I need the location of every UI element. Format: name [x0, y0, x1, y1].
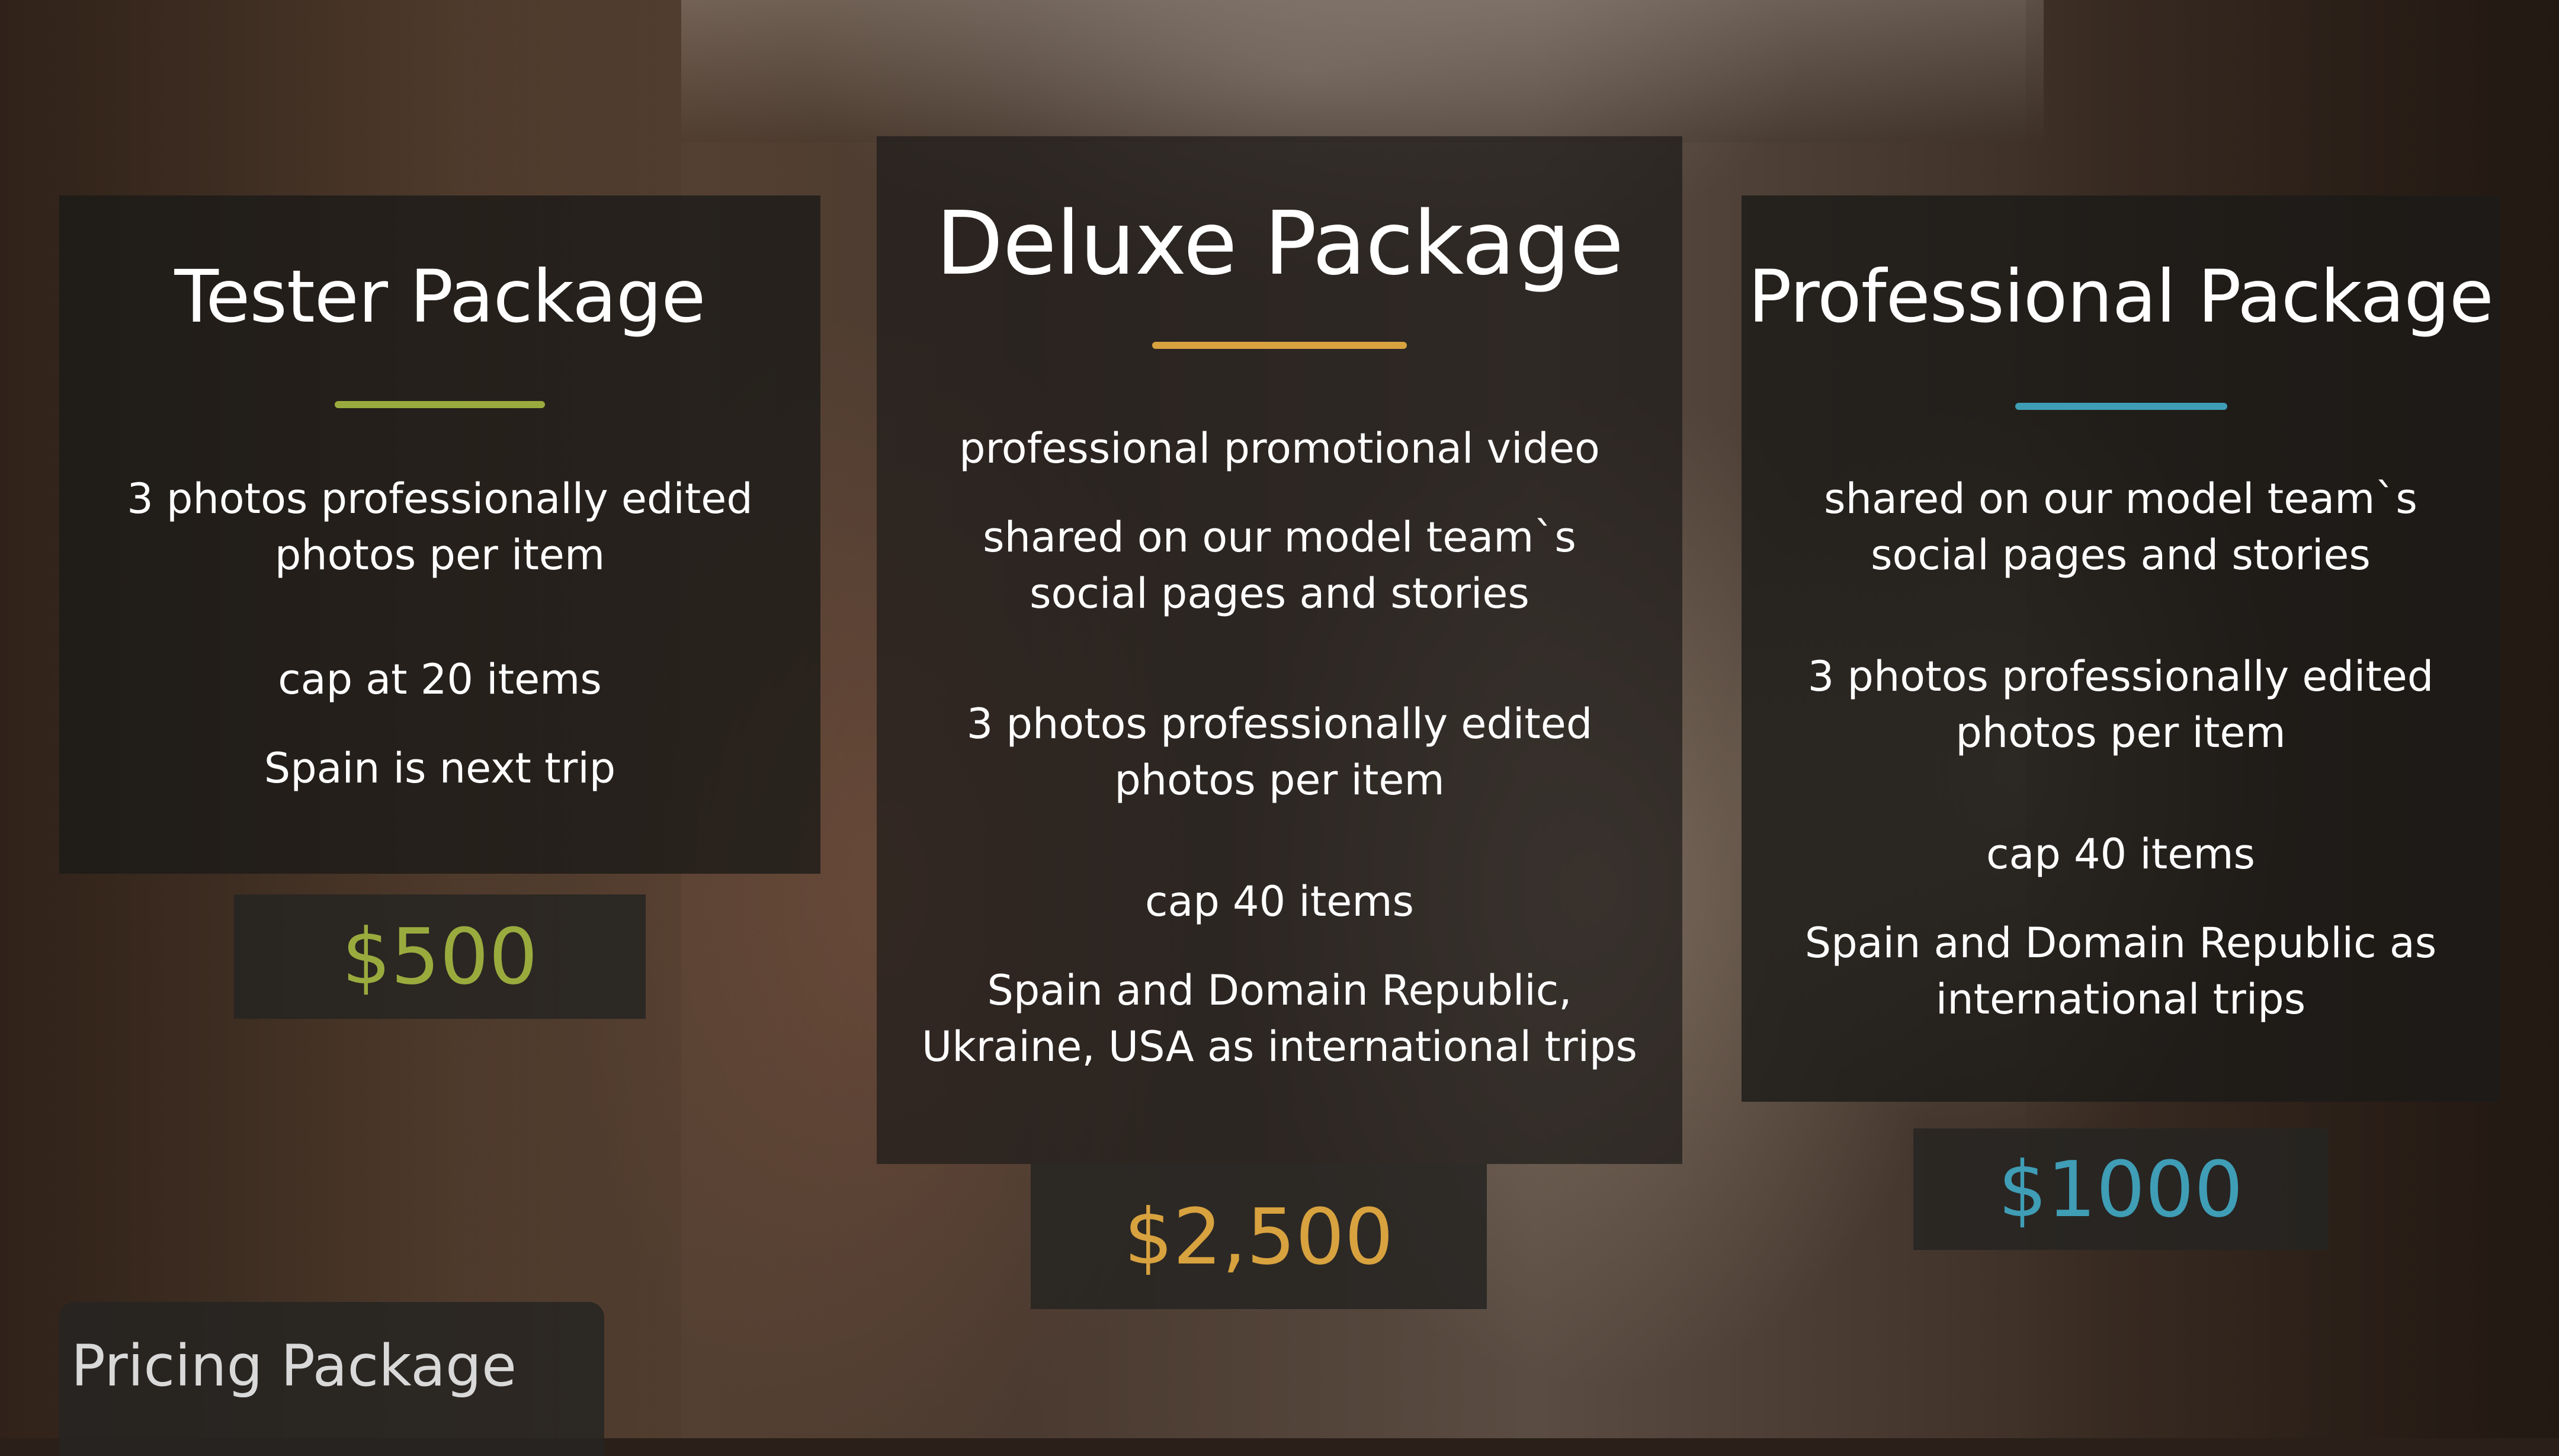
deluxe-feature: 3 photos professionally edited photos pe…: [966, 700, 1593, 804]
background-beam: [681, 0, 2044, 142]
tester-package-title: Tester Package: [174, 255, 706, 339]
deluxe-feature: Spain and Domain Republic, Ukraine, USA …: [922, 966, 1637, 1071]
deluxe-feature: cap 40 items: [1144, 877, 1414, 926]
professional-feature: Spain and Domain Republic as internation…: [1804, 919, 2437, 1024]
professional-package-card: Professional Package shared on our model…: [1742, 195, 2500, 1102]
deluxe-price: $2,500: [1124, 1191, 1394, 1282]
professional-feature: cap 40 items: [1986, 830, 2255, 878]
deluxe-package-title: Deluxe Package: [935, 193, 1624, 294]
deluxe-package-card: Deluxe Package professional promotional …: [877, 136, 1682, 1164]
tester-feature: cap at 20 items: [278, 655, 602, 704]
tester-price-box[interactable]: $500: [234, 894, 646, 1019]
deluxe-feature: professional promotional video: [959, 424, 1600, 473]
professional-package-title: Professional Package: [1748, 255, 2494, 339]
professional-feature: 3 photos professionally edited photos pe…: [1807, 652, 2434, 757]
deluxe-accent-bar: [1152, 342, 1407, 349]
professional-feature: shared on our model team`s social pages …: [1824, 474, 2417, 579]
tester-price: $500: [342, 912, 538, 1002]
professional-price-box[interactable]: $1000: [1913, 1128, 2328, 1250]
professional-accent-bar: [2015, 403, 2227, 410]
tester-feature: Spain is next trip: [264, 744, 616, 793]
tester-package-card: Tester Package 3 photos professionally e…: [59, 195, 820, 874]
professional-price: $1000: [1998, 1144, 2243, 1234]
tester-accent-bar: [335, 401, 545, 408]
pricing-package-label: Pricing Package: [71, 1333, 517, 1399]
deluxe-feature: shared on our model team`s social pages …: [983, 513, 1576, 618]
tester-feature: 3 photos professionally edited photos pe…: [127, 474, 753, 579]
deluxe-price-box[interactable]: $2,500: [1031, 1164, 1487, 1309]
